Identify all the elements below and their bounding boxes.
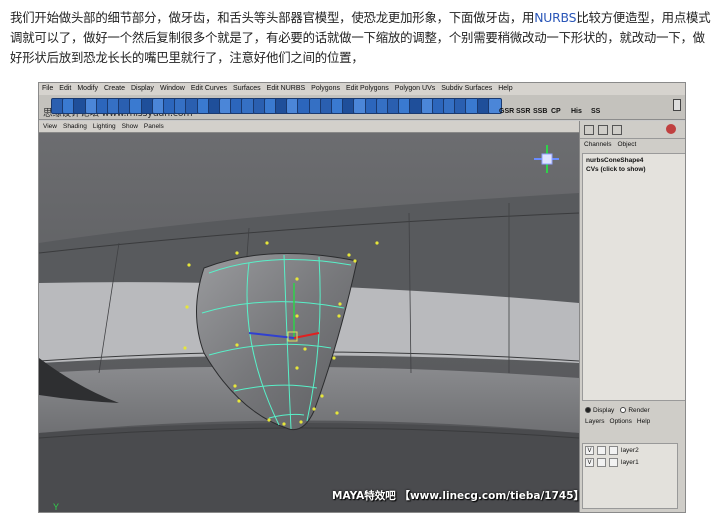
channel-box-toolbar <box>580 121 685 139</box>
layer-mode-radio: Display Render <box>582 405 685 416</box>
layout-icon-2[interactable] <box>598 125 608 135</box>
menu-edit-nurbs[interactable]: Edit NURBS <box>267 83 306 95</box>
tab-object[interactable]: Object <box>617 141 636 151</box>
layer-list: V layer2 V layer1 <box>582 443 678 509</box>
layer-type[interactable] <box>597 446 606 455</box>
menu-display[interactable]: Display <box>131 83 154 95</box>
shelf-label-ssb[interactable]: SSB <box>533 108 547 115</box>
viewport-scene: Y <box>39 133 579 512</box>
layer-row[interactable]: V layer2 <box>583 445 677 456</box>
menu-edit-curves[interactable]: Edit Curves <box>191 83 227 95</box>
menu-polygon-uvs[interactable]: Polygon UVs <box>395 83 435 95</box>
shelf-label-ss[interactable]: SS <box>591 108 600 115</box>
layer-color[interactable] <box>609 446 618 455</box>
layer-menus: Layers Options Help <box>582 416 685 427</box>
layer-visibility[interactable]: V <box>585 458 594 467</box>
panel-menu-show[interactable]: Show <box>122 121 138 132</box>
node-name[interactable]: nurbsConeShape4 <box>586 156 682 165</box>
panel-menu-lighting[interactable]: Lighting <box>93 121 116 132</box>
menu-subdiv-surfaces[interactable]: Subdiv Surfaces <box>441 83 492 95</box>
layer-color[interactable] <box>609 458 618 467</box>
shelf-label-his[interactable]: His <box>571 108 582 115</box>
layer-row[interactable]: V layer1 <box>583 457 677 468</box>
shelf-label-cp[interactable]: CP <box>551 108 561 115</box>
layer-visibility[interactable]: V <box>585 446 594 455</box>
shelf-label-gsr[interactable]: GSR <box>499 108 514 115</box>
intro-text-before: 我们开始做头部的细节部分，做牙齿，和舌头等头部器官模型，使恐龙更加形象，下面做牙… <box>10 10 535 25</box>
layout-icon[interactable] <box>584 125 594 135</box>
channel-box: Channels Object nurbsConeShape4 CVs (cli… <box>579 121 685 512</box>
layer-name: layer1 <box>621 459 639 466</box>
channel-list: nurbsConeShape4 CVs (click to show) <box>582 153 685 401</box>
menu-surfaces[interactable]: Surfaces <box>233 83 261 95</box>
trash-icon[interactable] <box>673 99 681 111</box>
layout-icon-3[interactable] <box>612 125 622 135</box>
menu-help[interactable]: Help <box>498 83 512 95</box>
menu-file[interactable]: File <box>42 83 53 95</box>
panel-menu-shading[interactable]: Shading <box>63 121 87 132</box>
tab-channels[interactable]: Channels <box>584 141 611 151</box>
main-menubar: File Edit Modify Create Display Window Edit Cu… <box>39 83 685 95</box>
node-cvs[interactable]: CVs (click to show) <box>586 165 682 174</box>
credit-watermark: MAYA特效吧 【www.linecg.com/tieba/1745】 <box>332 490 585 502</box>
panel-menu-panels[interactable]: Panels <box>144 121 164 132</box>
layer-name: layer2 <box>621 447 639 454</box>
menu-edit-polygons[interactable]: Edit Polygons <box>346 83 389 95</box>
shelf-label-ssr[interactable]: SSR <box>516 108 530 115</box>
panel-menubar: View Shading Lighting Show Panels <box>39 121 579 133</box>
channel-box-tabs: Channels Object <box>580 141 636 151</box>
intro-paragraph: 我们开始做头部的细节部分，做牙齿，和舌头等头部器官模型，使恐龙更加形象，下面做牙… <box>10 8 714 68</box>
maya-window: File Edit Modify Create Display Window Edit Cu… <box>38 82 686 513</box>
tool-shelf: 思缘设计论坛 www.missyuan.com GSRSSRSSBCPHisSS <box>39 95 685 120</box>
radio-render[interactable]: Render <box>620 407 650 414</box>
menu-modify[interactable]: Modify <box>77 83 98 95</box>
record-icon[interactable] <box>666 124 676 134</box>
intro-highlight: NURBS <box>534 10 577 25</box>
layer-editor: Display Render Layers Options Help V lay… <box>582 405 685 512</box>
menu-create[interactable]: Create <box>104 83 125 95</box>
radio-display[interactable]: Display <box>585 407 614 414</box>
layer-type[interactable] <box>597 458 606 467</box>
perspective-viewport[interactable]: Y <box>39 133 579 512</box>
menu-options[interactable]: Options <box>610 418 632 425</box>
menu-edit[interactable]: Edit <box>59 83 71 95</box>
menu-help[interactable]: Help <box>637 418 650 425</box>
panel-menu-view[interactable]: View <box>43 121 57 132</box>
world-axis-label: Y <box>53 502 59 512</box>
menu-window[interactable]: Window <box>160 83 185 95</box>
menu-layers[interactable]: Layers <box>585 418 605 425</box>
menu-polygons[interactable]: Polygons <box>311 83 340 95</box>
